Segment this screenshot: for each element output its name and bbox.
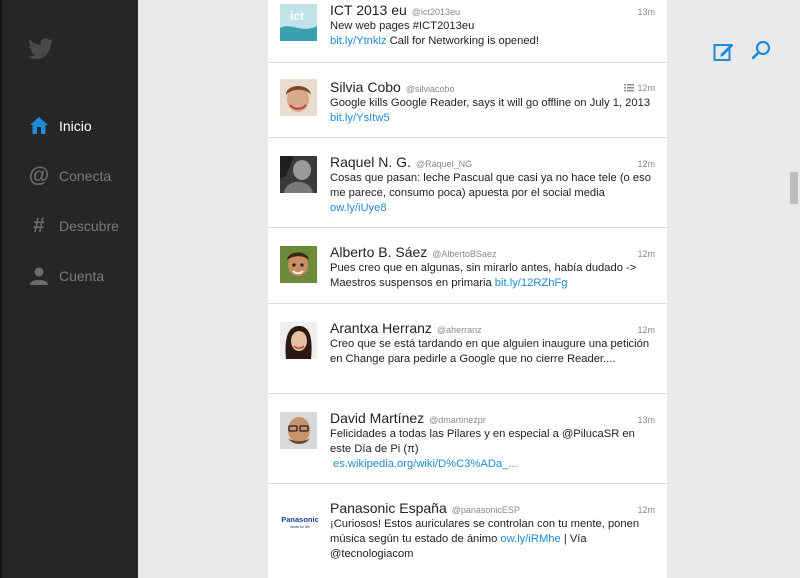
at-icon: @ (28, 164, 50, 187)
tweet-time: 12m (637, 505, 655, 515)
nav-label-conecta: Conecta (59, 168, 112, 184)
tweet-author-handle[interactable]: @panasonicESP (452, 505, 520, 515)
nav-item-descubre[interactable]: # Descubre (28, 214, 119, 238)
tweet-text: Pues creo que en algunas, sin mirarlo an… (330, 262, 637, 289)
nav-item-inicio[interactable]: Inicio (28, 114, 92, 138)
sidebar: Inicio @ Conecta # Descubre Cuenta (0, 0, 138, 578)
nav-label-descubre: Descubre (59, 218, 119, 234)
tweet-author-handle[interactable]: @dmartinezpr (429, 415, 486, 425)
avatar[interactable] (280, 412, 317, 449)
tweet-text: Google kills Google Reader, says it will… (330, 97, 651, 124)
tweet-link[interactable]: ow.ly/iRMhe (500, 533, 560, 545)
tweet-link[interactable]: es.wikipedia.org/wiki/D%C3%ADa_... (333, 458, 518, 470)
hash-icon: # (33, 214, 45, 237)
tweet-text: Cosas que pasan: leche Pascual que casi … (330, 172, 651, 214)
svg-text:ideas for life: ideas for life (290, 525, 309, 529)
tweet-author-name[interactable]: Raquel N. G. (330, 154, 411, 170)
svg-text:ict: ict (290, 9, 304, 23)
avatar[interactable] (280, 156, 317, 193)
tweet-author-name[interactable]: ICT 2013 eu (330, 2, 407, 18)
tweet-item[interactable]: Alberto B. Sáez @AlbertoBSaez 12m Pues c… (268, 228, 667, 304)
tweet-item[interactable]: Raquel N. G. @Raquel_NG 12m Cosas que pa… (268, 138, 667, 228)
person-icon (28, 265, 50, 287)
tweet-time: 12m (637, 249, 655, 259)
tweet-link[interactable]: bit.ly/YsItw5 (330, 112, 390, 124)
tweet-text: New web pages #ICT2013eu bit.ly/Ytnklz Ca… (330, 20, 539, 47)
tweet-item[interactable]: Arantxa Herranz @aherranz 12m Creo que s… (268, 304, 667, 394)
svg-text:Panasonic: Panasonic (281, 515, 319, 524)
tweet-item[interactable]: David Martínez @dmartinezpr 13m Felicida… (268, 394, 667, 484)
right-panel (667, 0, 800, 578)
tweet-author-handle[interactable]: @AlbertoBSaez (432, 249, 496, 259)
tweet-time: 13m (637, 415, 655, 425)
nav-item-conecta[interactable]: @ Conecta (28, 164, 111, 188)
search-icon[interactable] (751, 40, 771, 60)
tweet-author-name[interactable]: Arantxa Herranz (330, 320, 432, 336)
twitter-bird-icon[interactable] (28, 38, 54, 60)
tweet-author-name[interactable]: Alberto B. Sáez (330, 244, 427, 260)
avatar[interactable] (280, 246, 317, 283)
tweet-link[interactable]: bit.ly/12RZhFg (495, 277, 568, 289)
home-icon (28, 115, 50, 137)
tweet-text: ¡Curiosos! Estos auriculares se controla… (330, 518, 640, 560)
nav-label-inicio: Inicio (59, 118, 92, 134)
timeline[interactable]: ict ICT 2013 eu @ict2013eu 13m New web p… (268, 0, 667, 578)
tweet-author-handle[interactable]: @silviacobo (406, 84, 455, 94)
tweet-time: 12m (637, 325, 655, 335)
tweet-link[interactable]: bit.ly/Ytnklz (330, 35, 387, 47)
tweet-time: 12m (637, 159, 655, 169)
tweet-author-handle[interactable]: @Raquel_NG (416, 159, 472, 169)
tweet-time: 13m (637, 7, 655, 17)
scrollbar-thumb[interactable] (790, 172, 798, 204)
tweet-item[interactable]: ict ICT 2013 eu @ict2013eu 13m New web p… (268, 0, 667, 63)
compose-icon[interactable] (713, 40, 735, 62)
conversation-icon (624, 84, 635, 92)
avatar[interactable]: Panasonic ideas for life (280, 502, 320, 539)
tweet-author-name[interactable]: Silvia Cobo (330, 79, 401, 95)
tweet-author-handle[interactable]: @ict2013eu (412, 7, 460, 17)
avatar[interactable] (280, 322, 317, 359)
tweet-text: Felicidades a todas las Pilares y en esp… (330, 428, 635, 470)
tweet-author-name[interactable]: Panasonic España (330, 500, 447, 516)
tweet-time: 12m (637, 83, 655, 93)
left-gutter (138, 0, 268, 578)
avatar[interactable]: ict (280, 4, 317, 41)
tweet-link[interactable]: ow.ly/iUye8 (330, 202, 387, 214)
avatar[interactable] (280, 79, 317, 116)
nav-item-cuenta[interactable]: Cuenta (28, 264, 104, 288)
tweet-author-name[interactable]: David Martínez (330, 410, 424, 426)
tweet-item[interactable]: Panasonic ideas for life Panasonic Españ… (268, 484, 667, 578)
tweet-item[interactable]: Silvia Cobo @silviacobo 12m Google kills… (268, 63, 667, 138)
tweet-author-handle[interactable]: @aherranz (437, 325, 482, 335)
panasonic-logo: Panasonic ideas for life (280, 502, 320, 539)
tweet-text: Creo que se está tardando en que alguien… (330, 338, 650, 365)
nav-label-cuenta: Cuenta (59, 268, 105, 284)
